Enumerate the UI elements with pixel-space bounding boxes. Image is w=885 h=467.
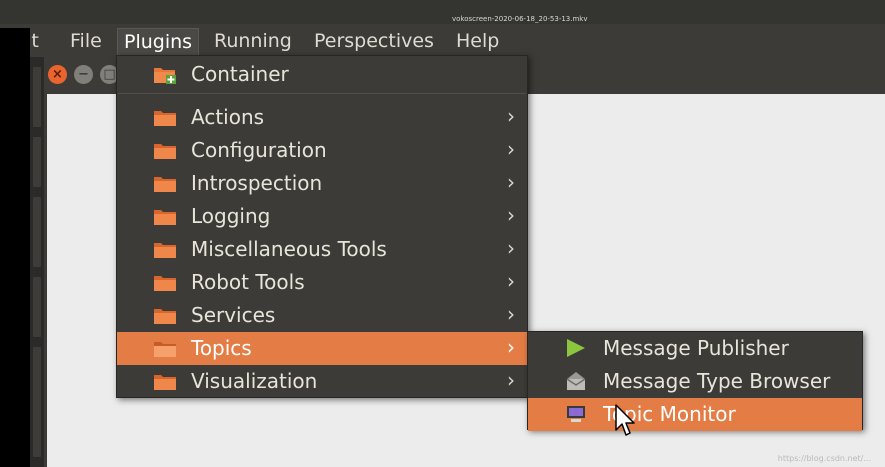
folder-icon [154, 309, 176, 324]
submenu-item-label: Message Publisher [603, 336, 789, 360]
menubar: ult File Plugins Running Perspectives He… [0, 24, 885, 57]
menu-item-label: Actions [191, 105, 265, 129]
chevron-right-icon: › [507, 269, 515, 293]
menu-item-logging[interactable]: Logging › [117, 200, 527, 233]
menu-item-label: Container [191, 62, 289, 86]
menu-item-label: Services [191, 303, 276, 327]
chevron-right-icon: › [507, 335, 515, 359]
folder-icon [154, 342, 176, 357]
menu-item-label: Introspection [191, 171, 323, 195]
video-title-bar: vokoscreen-2020-06-18_20-53-13.mkv [0, 0, 885, 24]
chevron-right-icon: › [507, 137, 515, 161]
folder-icon [154, 243, 176, 258]
menu-item-container[interactable]: Container [117, 58, 527, 91]
menu-item-topics[interactable]: Topics › [117, 332, 527, 365]
menu-item-miscellaneous-tools[interactable]: Miscellaneous Tools › [117, 233, 527, 266]
chevron-right-icon: › [507, 203, 515, 227]
menu-item-label: Miscellaneous Tools [191, 237, 387, 261]
launcher-segment [33, 137, 41, 187]
menu-item-visualization[interactable]: Visualization › [117, 365, 527, 398]
plugins-menu: Container Actions › Configuration › Intr… [116, 55, 528, 398]
chevron-right-icon: › [507, 302, 515, 326]
monitor-icon [567, 406, 585, 422]
launcher-segment [33, 277, 41, 337]
menu-file[interactable]: File [64, 28, 108, 56]
menu-item-services[interactable]: Services › [117, 299, 527, 332]
menu-running[interactable]: Running [208, 28, 298, 56]
chevron-right-icon: › [507, 104, 515, 128]
launcher-segment [33, 197, 41, 267]
submenu-item-message-type-browser[interactable]: Message Type Browser [528, 365, 862, 398]
folder-add-icon [154, 68, 176, 84]
menu-item-actions[interactable]: Actions › [117, 101, 527, 134]
menu-item-label: Topics [191, 336, 252, 360]
menu-separator [118, 93, 526, 94]
screen-left-edge [0, 28, 30, 467]
menu-item-introspection[interactable]: Introspection › [117, 167, 527, 200]
menu-item-label: Visualization [191, 369, 318, 393]
topics-submenu: Message Publisher Message Type Browser T… [527, 331, 863, 431]
menu-item-label: Configuration [191, 138, 327, 162]
menu-item-configuration[interactable]: Configuration › [117, 134, 527, 167]
menu-item-robot-tools[interactable]: Robot Tools › [117, 266, 527, 299]
folder-icon [154, 276, 176, 291]
submenu-item-topic-monitor[interactable]: Topic Monitor [528, 398, 862, 431]
menu-perspectives[interactable]: Perspectives [308, 28, 440, 56]
menu-item-label: Logging [191, 204, 271, 228]
launcher-segment [33, 67, 41, 127]
chevron-right-icon: › [507, 368, 515, 392]
window-close-button[interactable]: × [48, 65, 67, 84]
launcher-segment [33, 347, 41, 457]
menu-plugins[interactable]: Plugins [117, 28, 200, 56]
play-icon [567, 339, 585, 357]
chevron-right-icon: › [507, 170, 515, 194]
folder-icon [154, 177, 176, 192]
folder-icon [154, 144, 176, 159]
folder-icon [154, 210, 176, 225]
menu-item-label: Robot Tools [191, 270, 305, 294]
mouse-cursor-icon [615, 404, 635, 436]
video-title: vokoscreen-2020-06-18_20-53-13.mkv [452, 15, 588, 23]
chevron-right-icon: › [507, 236, 515, 260]
folder-icon [154, 375, 176, 390]
submenu-item-message-publisher[interactable]: Message Publisher [528, 332, 862, 365]
menu-help[interactable]: Help [450, 28, 505, 56]
watermark: https://blog.csdn.net/... [777, 454, 871, 463]
launcher-strip [30, 57, 44, 467]
envelope-icon [566, 372, 586, 390]
submenu-item-label: Message Type Browser [603, 369, 831, 393]
window-minimize-button[interactable]: − [74, 65, 93, 84]
folder-icon [154, 111, 176, 126]
